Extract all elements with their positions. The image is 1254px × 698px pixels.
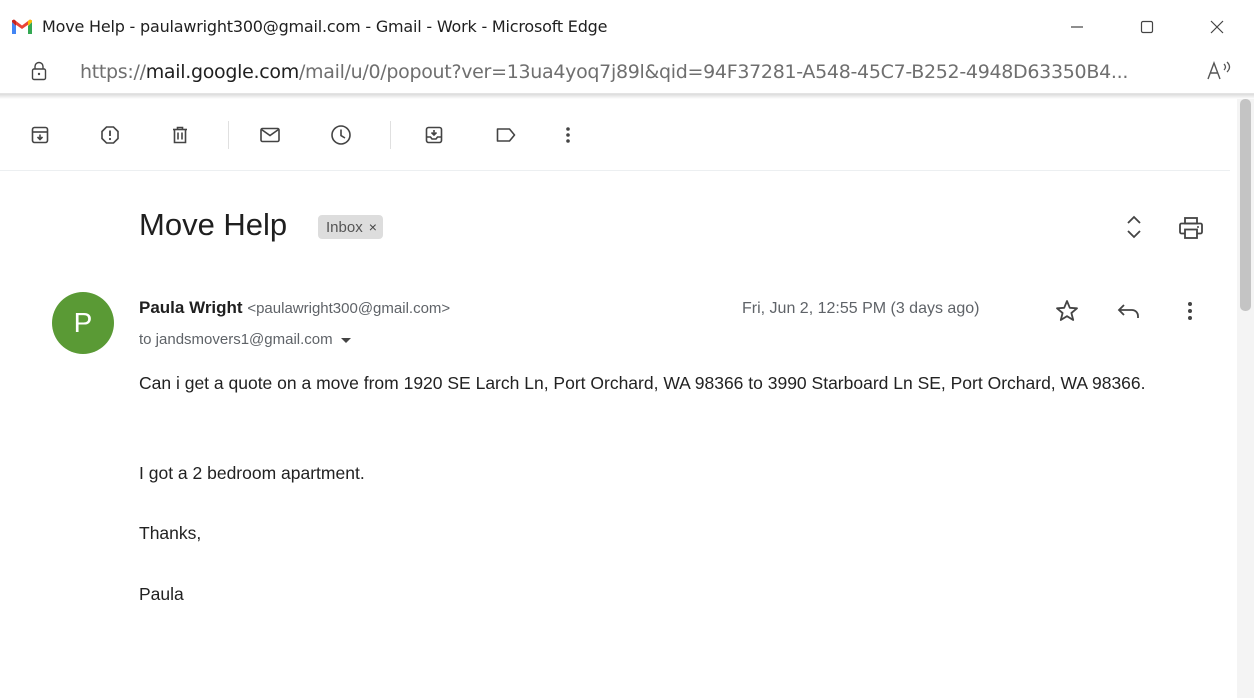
archive-icon (31, 126, 49, 144)
sender-name[interactable]: Paula Wright (139, 298, 243, 317)
toolbar-divider (390, 121, 391, 149)
reply-icon[interactable] (1115, 298, 1143, 324)
recipient-text: to jandsmovers1@gmail.com (139, 331, 333, 348)
maximize-button[interactable] (1127, 10, 1167, 44)
close-button[interactable] (1197, 10, 1237, 44)
message-date: Fri, Jun 2, 12:55 PM (3 days ago) (742, 300, 980, 317)
label-icon (496, 128, 516, 142)
report-spam-button[interactable] (94, 119, 126, 151)
maximize-icon (1140, 20, 1154, 34)
expand-all-icon[interactable] (1124, 213, 1144, 241)
show-details-chevron-icon[interactable] (340, 338, 351, 343)
minimize-icon (1071, 26, 1083, 28)
recipient-line: to jandsmovers1@gmail.com (139, 331, 351, 348)
move-to-button[interactable] (418, 119, 450, 151)
email-subject: Move Help (139, 207, 288, 242)
print-icon[interactable] (1178, 216, 1204, 240)
report-spam-icon (101, 126, 119, 144)
email-body-paragraph: Paula (139, 584, 184, 604)
sender-email: <paulawright300@gmail.com> (247, 300, 451, 317)
email-body-paragraph: Thanks, (139, 523, 202, 543)
star-icon[interactable] (1054, 298, 1080, 324)
delete-button[interactable] (164, 119, 196, 151)
url-text[interactable]: https://mail.google.com/mail/u/0/popout?… (80, 61, 1128, 83)
email-body-paragraph: Can i get a quote on a move from 1920 SE… (139, 373, 1146, 393)
toolbar-divider (228, 121, 229, 149)
minimize-button[interactable] (1057, 10, 1097, 44)
mark-unread-button[interactable] (254, 119, 286, 151)
more-vert-icon[interactable] (1180, 298, 1200, 324)
address-bar[interactable]: https://mail.google.com/mail/u/0/popout?… (0, 52, 1254, 94)
url-scheme: https:// (80, 61, 146, 83)
mark-unread-icon (260, 127, 280, 143)
label-button[interactable] (490, 119, 522, 151)
scrollbar-thumb[interactable] (1240, 99, 1251, 311)
move-to-icon (425, 126, 443, 144)
email-body-paragraph: I got a 2 bedroom apartment. (139, 463, 365, 483)
url-path: /mail/u/0/popout?ver=13ua4yoq7j89l&qid=9… (298, 61, 1129, 83)
message-toolbar (0, 99, 1230, 171)
window-title: Move Help - paulawright300@gmail.com - G… (42, 17, 608, 36)
delete-icon (173, 126, 187, 144)
more-options-button[interactable] (552, 119, 584, 151)
close-icon (1210, 20, 1224, 34)
gmail-logo-icon (12, 19, 32, 34)
inbox-label-chip[interactable]: Inbox × (318, 215, 383, 239)
label-text: Inbox (326, 218, 363, 236)
lock-icon[interactable] (31, 61, 47, 81)
more-vert-icon (566, 127, 570, 143)
snooze-icon (331, 125, 351, 145)
read-aloud-icon[interactable] (1206, 60, 1234, 82)
snooze-button[interactable] (325, 119, 357, 151)
title-bar: Move Help - paulawright300@gmail.com - G… (0, 0, 1254, 52)
sender-line: Paula Wright <paulawright300@gmail.com> (139, 298, 450, 318)
remove-label-button[interactable]: × (369, 219, 377, 235)
url-domain: mail.google.com (145, 61, 300, 83)
archive-button[interactable] (24, 119, 56, 151)
sender-avatar[interactable]: P (52, 292, 114, 354)
